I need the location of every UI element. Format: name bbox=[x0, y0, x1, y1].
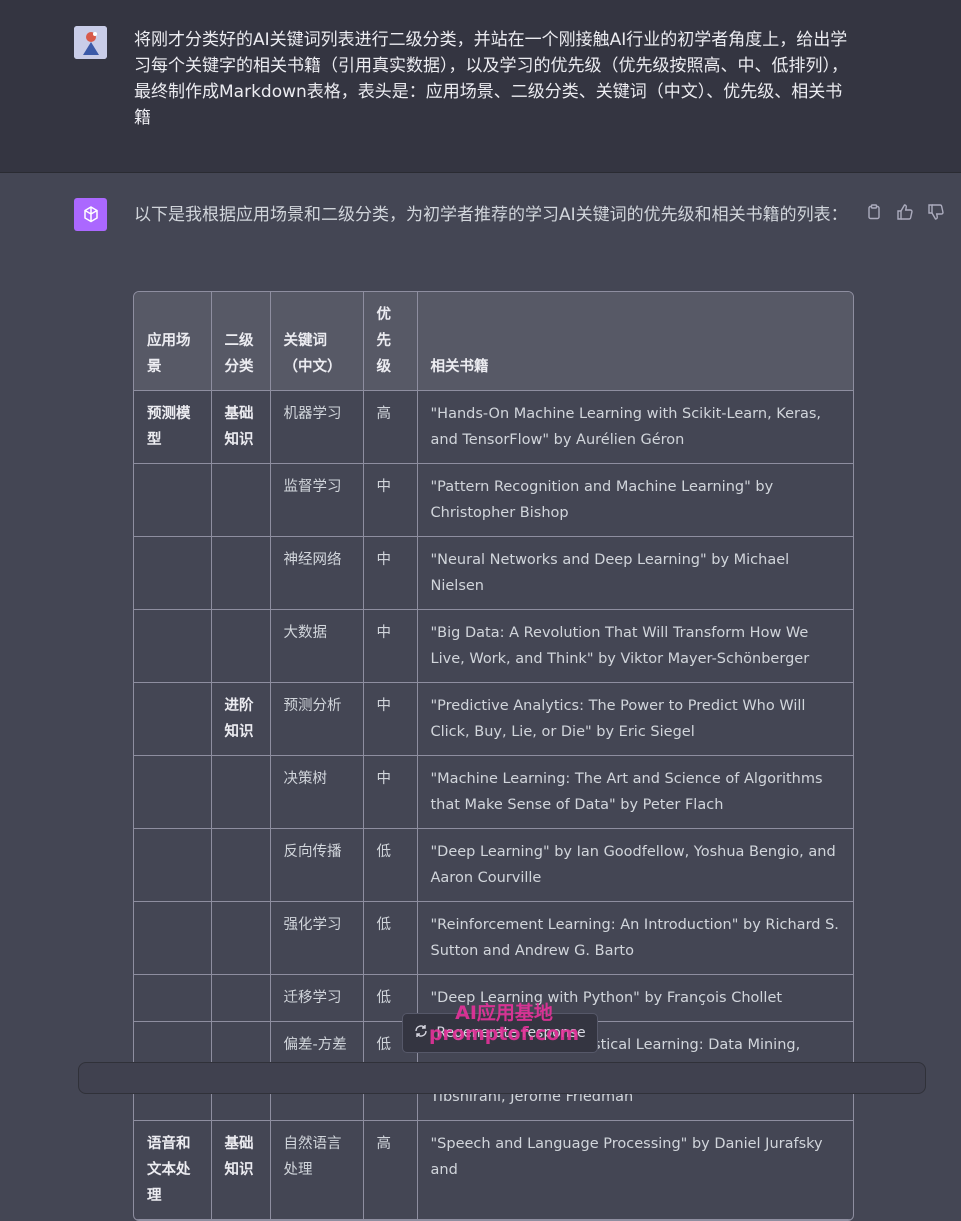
cell-books: "Neural Networks and Deep Learning" by M… bbox=[417, 536, 853, 610]
cell-scene: 预测模型 bbox=[134, 390, 212, 464]
table-row: 进阶知识 预测分析 中 "Predictive Analytics: The P… bbox=[134, 682, 853, 756]
cell-scene bbox=[134, 536, 212, 610]
cell-books: "Pattern Recognition and Machine Learnin… bbox=[417, 463, 853, 537]
cell-books: "Big Data: A Revolution That Will Transf… bbox=[417, 609, 853, 683]
cell-keyword: 机器学习 bbox=[270, 390, 364, 464]
cell-books: "Speech and Language Processing" by Dani… bbox=[417, 1120, 853, 1220]
cell-subcategory bbox=[211, 755, 271, 829]
cell-scene bbox=[134, 828, 212, 902]
table-row: 强化学习 低 "Reinforcement Learning: An Intro… bbox=[134, 901, 853, 975]
cell-subcategory bbox=[211, 828, 271, 902]
thumbs-down-icon[interactable] bbox=[926, 202, 946, 222]
cell-subcategory bbox=[211, 974, 271, 1022]
cell-priority: 低 bbox=[363, 828, 418, 902]
cell-keyword: 反向传播 bbox=[270, 828, 364, 902]
cell-priority: 高 bbox=[363, 1120, 418, 1220]
header-keyword: 关键词（中文） bbox=[270, 292, 364, 391]
header-priority: 优先级 bbox=[363, 292, 418, 391]
cell-keyword: 自然语言处理 bbox=[270, 1120, 364, 1220]
user-avatar-icon bbox=[74, 26, 107, 59]
cell-subcategory bbox=[211, 901, 271, 975]
cell-subcategory bbox=[211, 463, 271, 537]
cell-scene bbox=[134, 463, 212, 537]
cell-books: "Predictive Analytics: The Power to Pred… bbox=[417, 682, 853, 756]
cell-keyword: 强化学习 bbox=[270, 901, 364, 975]
table-row: 监督学习 中 "Pattern Recognition and Machine … bbox=[134, 463, 853, 537]
cell-keyword: 神经网络 bbox=[270, 536, 364, 610]
header-subcategory: 二级分类 bbox=[211, 292, 271, 391]
cell-books: "Hands-On Machine Learning with Scikit-L… bbox=[417, 390, 853, 464]
cell-keyword: 决策树 bbox=[270, 755, 364, 829]
cell-subcategory bbox=[211, 536, 271, 610]
cell-scene bbox=[134, 682, 212, 756]
cell-keyword: 预测分析 bbox=[270, 682, 364, 756]
cell-priority: 低 bbox=[363, 901, 418, 975]
cell-priority: 中 bbox=[363, 609, 418, 683]
cell-keyword: 迁移学习 bbox=[270, 974, 364, 1022]
assistant-intro-text: 以下是我根据应用场景和二级分类，为初学者推荐的学习AI关键词的优先级和相关书籍的… bbox=[134, 205, 848, 225]
cell-keyword: 大数据 bbox=[270, 609, 364, 683]
copy-icon[interactable] bbox=[864, 202, 884, 222]
table-row: 决策树 中 "Machine Learning: The Art and Sci… bbox=[134, 755, 853, 829]
cell-priority: 中 bbox=[363, 536, 418, 610]
header-scene: 应用场景 bbox=[134, 292, 212, 391]
user-message-block: 将刚才分类好的AI关键词列表进行二级分类，并站在一个刚接触AI行业的初学者角度上… bbox=[0, 0, 961, 173]
cell-scene: 语音和文本处理 bbox=[134, 1120, 212, 1220]
cell-books: "Reinforcement Learning: An Introduction… bbox=[417, 901, 853, 975]
cell-subcategory: 基础知识 bbox=[211, 390, 271, 464]
cell-priority: 高 bbox=[363, 390, 418, 464]
table-row: 神经网络 中 "Neural Networks and Deep Learnin… bbox=[134, 536, 853, 610]
cell-subcategory bbox=[211, 609, 271, 683]
cell-subcategory: 进阶知识 bbox=[211, 682, 271, 756]
cell-scene bbox=[134, 755, 212, 829]
message-input-box[interactable] bbox=[78, 1062, 926, 1094]
refresh-icon bbox=[414, 1024, 428, 1042]
table-header-row: 应用场景 二级分类 关键词（中文） 优先级 相关书籍 bbox=[134, 292, 853, 391]
regenerate-label: Regenerate response bbox=[436, 1025, 586, 1041]
message-actions bbox=[864, 202, 946, 222]
table-row: 语音和文本处理 基础知识 自然语言处理 高 "Speech and Langua… bbox=[134, 1120, 853, 1220]
table-row: 反向传播 低 "Deep Learning" by Ian Goodfellow… bbox=[134, 828, 853, 902]
thumbs-up-icon[interactable] bbox=[895, 202, 915, 222]
cell-scene bbox=[134, 974, 212, 1022]
cell-subcategory: 基础知识 bbox=[211, 1120, 271, 1220]
cell-books: "Machine Learning: The Art and Science o… bbox=[417, 755, 853, 829]
cell-priority: 中 bbox=[363, 755, 418, 829]
regenerate-response-button[interactable]: Regenerate response bbox=[402, 1013, 598, 1053]
user-message-text: 将刚才分类好的AI关键词列表进行二级分类，并站在一个刚接触AI行业的初学者角度上… bbox=[134, 30, 848, 128]
cell-keyword: 监督学习 bbox=[270, 463, 364, 537]
table-row: 大数据 中 "Big Data: A Revolution That Will … bbox=[134, 609, 853, 683]
cell-priority: 中 bbox=[363, 682, 418, 756]
cell-scene bbox=[134, 609, 212, 683]
header-books: 相关书籍 bbox=[417, 292, 853, 391]
chatgpt-logo-icon bbox=[74, 198, 107, 231]
cell-priority: 中 bbox=[363, 463, 418, 537]
cell-scene bbox=[134, 901, 212, 975]
table-row: 预测模型 基础知识 机器学习 高 "Hands-On Machine Learn… bbox=[134, 390, 853, 464]
cell-books: "Deep Learning" by Ian Goodfellow, Yoshu… bbox=[417, 828, 853, 902]
